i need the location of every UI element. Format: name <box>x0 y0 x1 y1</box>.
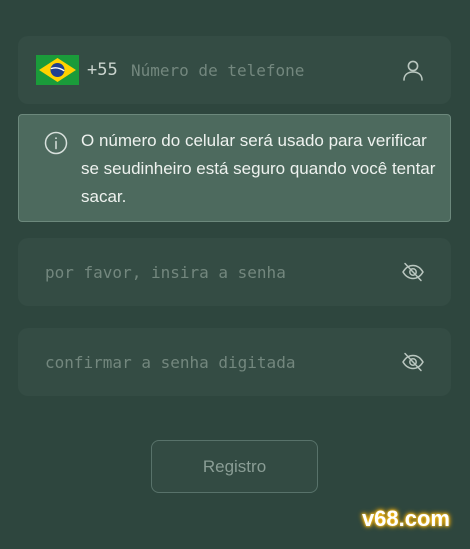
info-message: O número do celular será usado para veri… <box>81 131 436 206</box>
register-button[interactable]: Registro <box>151 440 318 493</box>
eye-off-icon[interactable] <box>401 350 425 374</box>
user-icon <box>401 58 425 82</box>
phone-number-input[interactable] <box>131 58 391 82</box>
password-field[interactable] <box>18 238 451 306</box>
phone-field[interactable]: +55 <box>18 36 451 104</box>
confirm-password-input[interactable] <box>45 350 395 374</box>
phone-info-notice: O número do celular será usado para veri… <box>18 114 451 222</box>
confirm-password-field[interactable] <box>18 328 451 396</box>
site-watermark: v68.com <box>361 506 450 531</box>
info-icon <box>44 131 68 155</box>
eye-off-icon[interactable] <box>401 260 425 284</box>
password-input[interactable] <box>45 260 395 284</box>
country-dial-code: +55 <box>87 60 118 80</box>
brazil-flag-icon <box>36 55 79 85</box>
